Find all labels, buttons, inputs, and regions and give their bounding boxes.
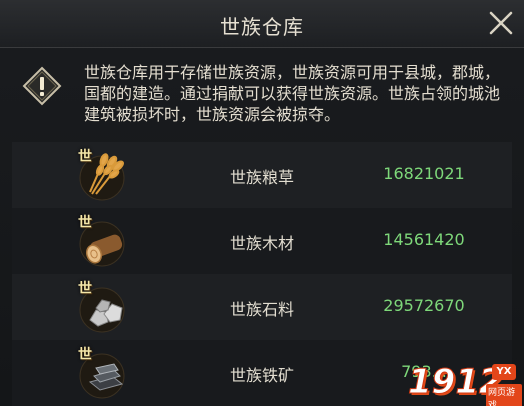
log-icon: 世 — [78, 214, 134, 270]
watermark-tag: YX — [492, 364, 516, 380]
resource-row-grain: 世 世族粮草 16821021 — [12, 142, 512, 208]
window-title: 世族仓库 — [220, 15, 304, 39]
close-icon — [489, 11, 513, 35]
clan-badge: 世 — [78, 347, 92, 363]
stone-icon: 世 — [78, 280, 134, 336]
watermark-subtitle: 网页游戏 — [486, 384, 522, 406]
site-watermark-logo: 1912 YX 网页游戏 — [408, 360, 522, 406]
clan-badge: 世 — [78, 149, 92, 165]
resource-row-wood: 世 世族木材 14561420 — [12, 208, 512, 274]
close-button[interactable] — [486, 8, 516, 38]
notice-text: 世族仓库用于存储世族资源，世族资源可用于县城，郡城，国都的建造。通过捐献可以获得… — [84, 63, 501, 124]
warehouse-panel: 世族仓库 世族仓库用于存储世族资源，世族资源可用于县城，郡城，国都的建造。通过捐… — [0, 0, 524, 406]
resource-name: 世族木材 — [229, 234, 294, 253]
title-bar: 世族仓库 — [0, 0, 524, 48]
resource-name: 世族铁矿 — [229, 366, 294, 385]
resource-value: 16821021 — [383, 164, 465, 183]
clan-badge: 世 — [78, 215, 92, 231]
wheat-icon: 世 — [78, 148, 134, 204]
warning-icon — [22, 66, 62, 106]
iron-ingot-icon: 世 — [78, 346, 134, 402]
resource-value: 29572670 — [383, 296, 465, 315]
resource-name: 世族粮草 — [229, 168, 294, 187]
clan-badge: 世 — [78, 281, 92, 297]
resource-value: 14561420 — [383, 230, 465, 249]
resource-row-stone: 世 世族石料 29572670 — [12, 274, 512, 340]
resource-name: 世族石料 — [229, 300, 294, 319]
